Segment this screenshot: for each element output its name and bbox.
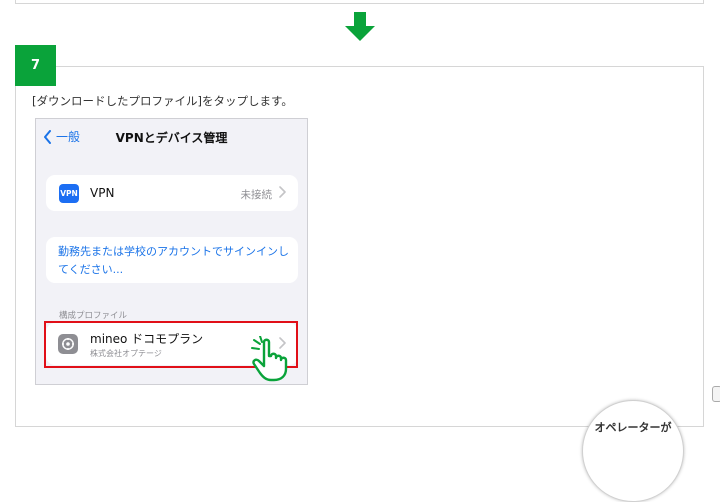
nav-title: VPNとデバイス管理 [115,131,228,145]
profiles-section-header: 構成プロファイル [59,311,128,321]
vpn-row[interactable]: VPN VPN 未接続 [46,175,298,211]
tap-hand-icon [251,336,288,382]
nav-bar: 一般 VPNとデバイス管理 [36,119,307,153]
step-instruction: [ダウンロードしたプロファイル]をタップします。 [32,94,293,108]
vpn-badge-icon: VPN [59,184,79,203]
signin-link[interactable]: 勤務先または学校のアカウントでサインインしてください... [58,243,290,279]
vpn-label: VPN [90,186,115,200]
signin-card[interactable]: 勤務先または学校のアカウントでサインインしてください... [46,237,298,283]
previous-step-box [15,0,704,4]
vpn-status: 未接続 [240,189,273,201]
scroll-handle[interactable] [712,386,720,402]
operator-label: オペレーターが [594,421,672,434]
operator-chat-button[interactable]: オペレーターが [582,400,684,502]
arrow-down-icon [345,12,375,41]
chevron-right-icon [279,186,286,198]
step-number-badge: 7 [15,45,56,86]
